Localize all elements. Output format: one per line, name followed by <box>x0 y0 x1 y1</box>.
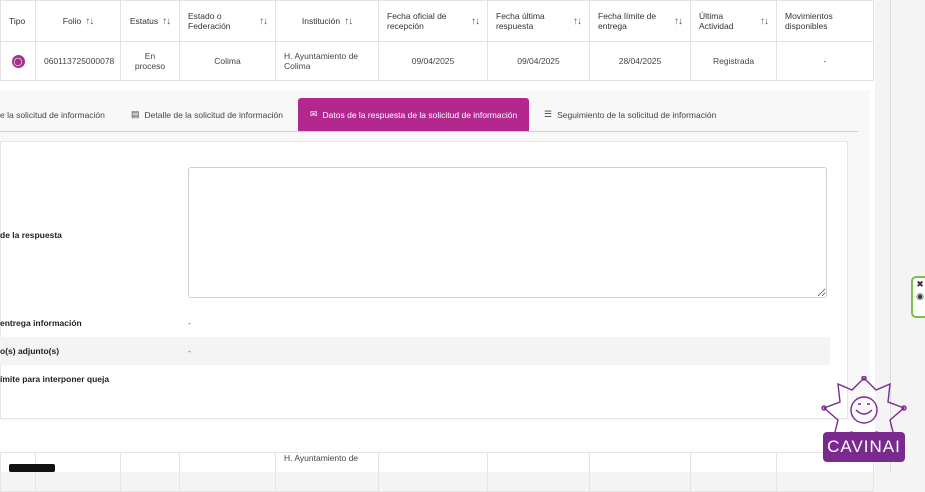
settings-icon: ◉ <box>916 291 924 301</box>
sort-icon[interactable]: ↑↓ <box>471 16 480 27</box>
tab-label: e la solicitud de información <box>0 109 105 120</box>
unlock-icon[interactable]: ◯ <box>11 54 25 68</box>
redacted-bar <box>9 464 55 472</box>
col-tipo: Tipo <box>0 0 36 42</box>
col-fecha-recepcion[interactable]: Fecha oficial de recepción ↑↓ <box>378 0 488 42</box>
cell-movimientos: - <box>776 41 874 81</box>
respuesta-textarea[interactable] <box>188 167 827 298</box>
sort-icon[interactable]: ↑↓ <box>760 16 769 27</box>
col-folio[interactable]: Folio ↑↓ <box>35 0 121 42</box>
envelope-icon: ✉ <box>310 109 318 119</box>
entrega-label: entrega información <box>0 318 82 328</box>
col-movimientos: Movimientos disponibles <box>776 0 874 42</box>
sort-icon[interactable]: ↑↓ <box>259 16 268 27</box>
list-icon: ☰ <box>544 109 553 119</box>
tab-datos-respuesta[interactable]: ✉ Datos de la respuesta de la solicitud d… <box>298 98 530 131</box>
cell-institucion: H. Ayuntamiento de Colima <box>275 41 379 81</box>
cell-institucion: H. Ayuntamiento de <box>275 452 379 492</box>
col-estado[interactable]: Estado o Federación ↑↓ <box>179 0 276 42</box>
tab-solicitud[interactable]: e la solicitud de información <box>0 98 105 131</box>
queja-label: ímite para interponer queja <box>0 374 110 384</box>
adjunto-label: o(s) adjunto(s) <box>0 346 60 356</box>
col-estatus[interactable]: Estatus ↑↓ <box>120 0 180 42</box>
cell-estatus: En proceso <box>120 41 180 81</box>
tab-label: Seguimiento de la solicitud de informaci… <box>557 109 717 120</box>
table-row[interactable]: ◯ 060113725000078 En proceso Colima H. A… <box>0 41 874 81</box>
sort-icon[interactable]: ↑↓ <box>162 16 171 27</box>
cell-folio: 060113725000078 <box>35 41 121 81</box>
sort-icon[interactable]: ↑↓ <box>344 16 353 27</box>
accessibility-side-tab[interactable]: ✖ ◉ <box>911 276 925 318</box>
adjunto-row: o(s) adjunto(s) - <box>0 337 830 365</box>
cell-fecha-limite: 28/04/2025 <box>589 41 691 81</box>
cell-fecha-respuesta: 09/04/2025 <box>487 41 590 81</box>
tab-seguimiento[interactable]: ☰ Seguimiento de la solicitud de informac… <box>544 98 716 131</box>
entrega-row: entrega información - <box>0 309 830 337</box>
table-header-row: Tipo Folio ↑↓ Estatus ↑↓ Estado o Federaci… <box>0 0 874 42</box>
entrega-value: - <box>188 318 191 328</box>
accessibility-icon: ✖ <box>916 279 924 289</box>
col-institucion[interactable]: Institución ↑↓ <box>275 0 379 42</box>
col-fecha-respuesta[interactable]: Fecha última respuesta ↑↓ <box>487 0 590 42</box>
sort-icon[interactable]: ↑↓ <box>85 16 94 27</box>
tab-label: Datos de la respuesta de la solicitud de… <box>322 109 518 120</box>
table-row[interactable]: H. Ayuntamiento de <box>0 452 874 492</box>
cell-estado: Colima <box>179 41 276 81</box>
cell-fecha-recepcion: 09/04/2025 <box>378 41 488 81</box>
document-icon: ▤ <box>131 109 140 119</box>
tab-detalle[interactable]: ▤ Detalle de la solicitud de información <box>131 98 283 131</box>
respuesta-label: de la respuesta <box>0 230 62 240</box>
requests-table-next: H. Ayuntamiento de <box>0 452 874 492</box>
sort-icon[interactable]: ↑↓ <box>674 16 683 27</box>
queja-row: ímite para interponer queja <box>0 374 830 384</box>
col-fecha-limite[interactable]: Fecha límite de entrega ↑↓ <box>589 0 691 42</box>
sort-icon[interactable]: ↑↓ <box>573 16 582 27</box>
cavinai-logo[interactable]: CAVINAI <box>823 432 905 462</box>
adjunto-value: - <box>188 346 191 356</box>
col-actividad[interactable]: Última Actividad ↑↓ <box>690 0 777 42</box>
detail-tabs: e la solicitud de información ▤ Detalle d… <box>0 98 858 132</box>
cell-tipo[interactable]: ◯ <box>0 41 36 81</box>
tab-label: Detalle de la solicitud de información <box>144 109 283 120</box>
cell-actividad: Registrada <box>690 41 777 81</box>
requests-table: Tipo Folio ↑↓ Estatus ↑↓ Estado o Federaci… <box>0 0 874 81</box>
